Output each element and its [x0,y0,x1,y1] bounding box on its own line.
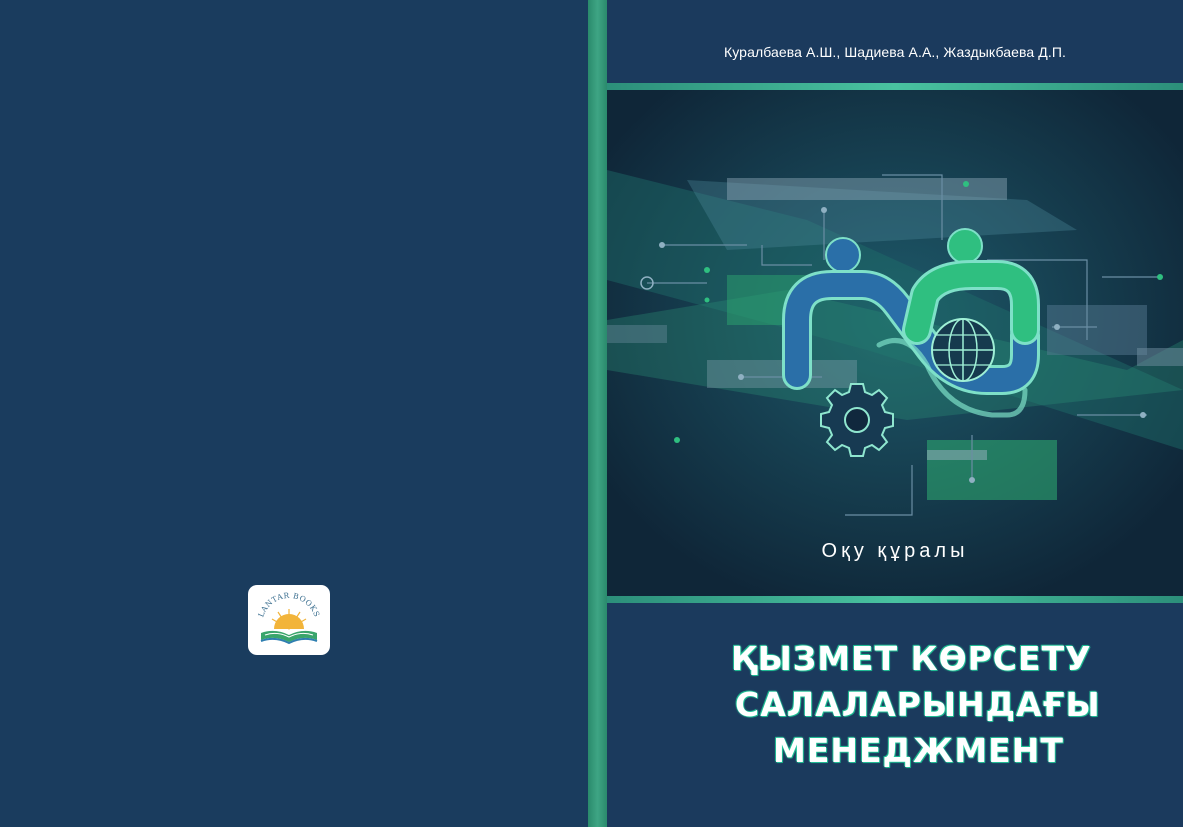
bottom-divider [607,596,1183,603]
back-cover: LANTAR BOOKS [0,0,588,827]
title-line: САЛАЛАРЫНДАҒЫ [735,685,1101,724]
open-book-icon: LANTAR BOOKS [256,591,321,645]
authors: Куралбаева А.Ш., Шадиева А.А., Жаздыкбае… [723,44,1066,60]
front-cover: Куралбаева А.Ш., Шадиева А.А., Жаздыкбае… [607,0,1183,827]
top-divider [607,83,1183,90]
subtitle: Оқу құралы [821,540,969,562]
cover-illustration: Оқу құралы [607,90,1183,596]
gear-icon [820,383,894,457]
title-line: ҚЫЗМЕТ КӨРСЕТУ [731,639,1092,678]
sunrise-icon [271,609,307,630]
globe-icon [931,318,995,382]
publisher-logo: LANTAR BOOKS [248,585,330,655]
book-spine [588,0,607,827]
title-line: МЕНЕДЖМЕНТ [773,731,1064,770]
